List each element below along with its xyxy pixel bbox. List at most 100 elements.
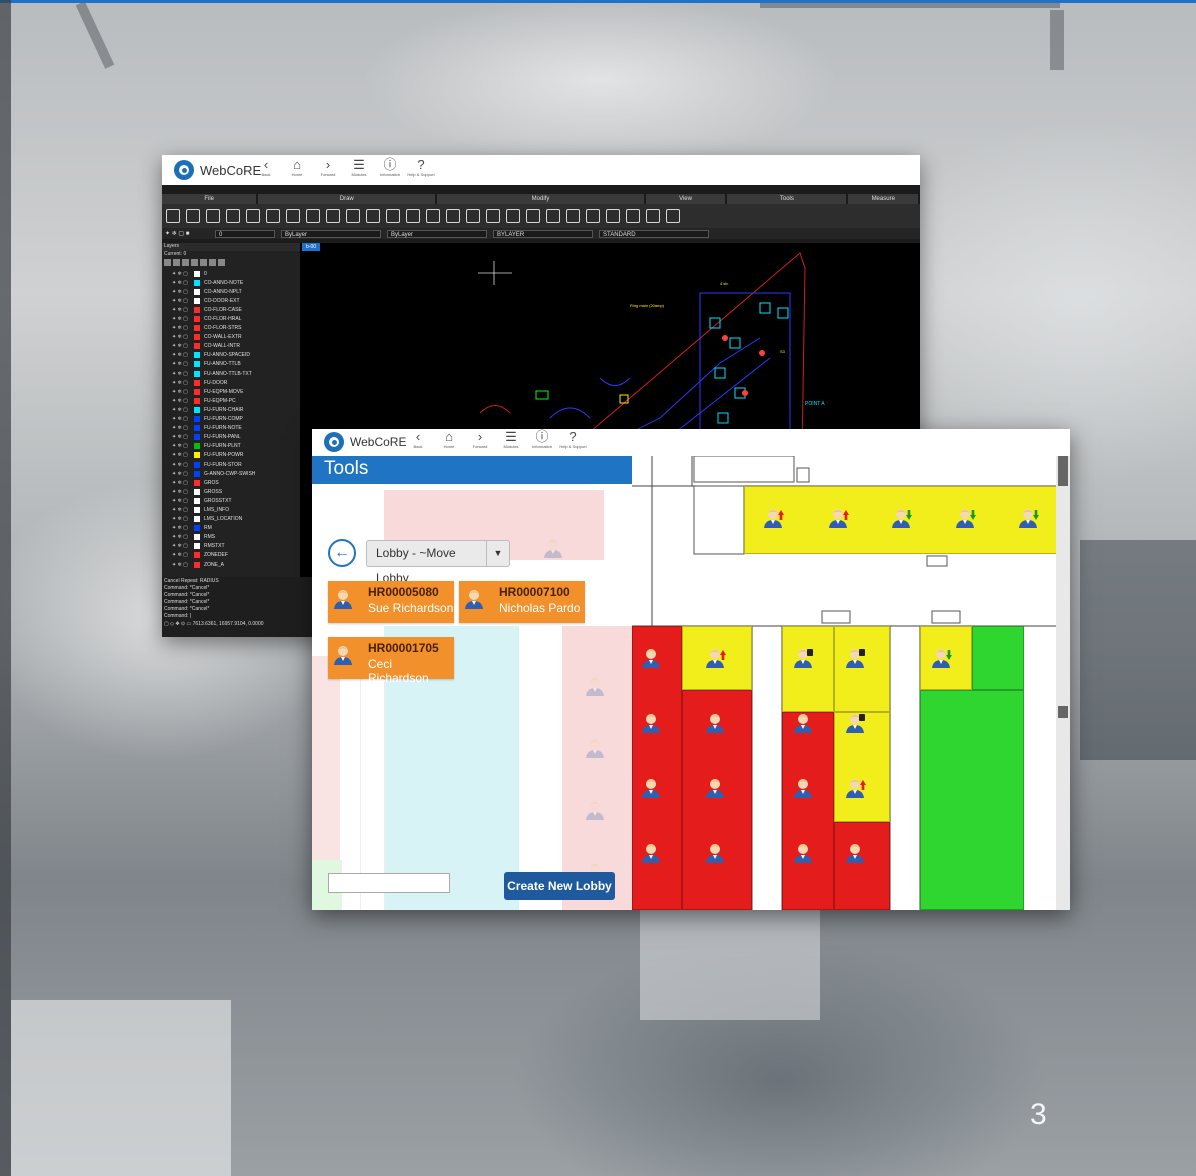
layer-state-icons[interactable]: ✦ ❄ ▢ [172,462,194,468]
back-arrow-button[interactable]: ← [328,539,356,567]
match-icon[interactable] [606,209,620,223]
arc-icon[interactable] [286,209,300,223]
layer-color-swatch[interactable] [194,279,200,286]
nav-home-button[interactable]: ⌂ Home [283,157,311,177]
nav-help-button[interactable]: ? Help & Support [407,157,435,177]
employee-card[interactable]: HR00007100 Nicholas Pardo [459,581,585,623]
layer-state-icons[interactable]: ✦ ❄ ▢ [172,443,194,449]
layer-select[interactable]: 0 [215,229,275,238]
open-icon[interactable] [166,209,180,223]
layer-color-swatch[interactable] [194,297,200,304]
fillet-icon[interactable] [506,209,520,223]
layer-row[interactable]: ✦ ❄ ▢ FU-FURN-NOTE [162,424,300,433]
nav-menu-button[interactable]: ☰ Modules [497,429,525,449]
layer-color-swatch[interactable] [194,461,200,468]
layer-color-swatch[interactable] [194,306,200,313]
layer-state-icons[interactable]: ✦ ❄ ▢ [172,489,194,495]
layer-state-icons[interactable]: ✦ ❄ ▢ [172,380,194,386]
layer-color-swatch[interactable] [194,425,200,432]
layer-row[interactable]: ✦ ❄ ▢ GROSSTXT [162,496,300,505]
layer-color-swatch[interactable] [194,470,200,477]
layer-state-icons[interactable]: ✦ ❄ ▢ [172,343,194,349]
properties-icon[interactable] [586,209,600,223]
layer-row[interactable]: ✦ ❄ ▢ FU-DOOR [162,378,300,387]
person-moving-out-icon[interactable] [844,776,866,798]
nav-chevron-right-button[interactable]: › Forward [466,429,494,449]
plan-scrollbar[interactable] [1056,456,1070,910]
layer-state-icons[interactable]: ✦ ❄ ▢ [172,298,194,304]
layer-state-icons[interactable]: ✦ ❄ ▢ [172,361,194,367]
layer-color-swatch[interactable] [194,379,200,386]
layer-state-icons[interactable]: ✦ ❄ ▢ [172,562,194,568]
person-moving-in-icon[interactable] [954,506,976,528]
nav-chevron-left-button[interactable]: ‹ Back [404,429,432,449]
freeze-icon[interactable] [191,259,198,266]
person-icon[interactable] [704,776,726,798]
layer-row[interactable]: ✦ ❄ ▢ RM [162,524,300,533]
layer-color-swatch[interactable] [194,270,200,277]
create-new-lobby-button[interactable]: Create New Lobby [504,872,615,900]
layer-state-icons[interactable]: ✦ ❄ ▢ [172,280,194,286]
textstyle-select[interactable]: STANDARD [599,229,709,238]
layer-state-icons[interactable]: ✦ ❄ ▢ [172,407,194,413]
webcore-logo[interactable]: WebCoRE [174,160,261,180]
layer-row[interactable]: ✦ ❄ ▢ CO-DOOR-EXT [162,296,300,305]
layer-state-icons[interactable]: ✦ ❄ ▢ [172,271,194,277]
lobby-name-input[interactable] [328,873,450,893]
employee-card[interactable]: HR00001705 Ceci Richardson [328,637,454,685]
layer-row[interactable]: ✦ ❄ ▢ FU-ANNO-SPACEID [162,351,300,360]
layer-settings-icon[interactable] [182,259,189,266]
layer-state-icons[interactable]: ✦ ❄ ▢ [172,498,194,504]
layer-color-swatch[interactable] [194,325,200,332]
layer-color-swatch[interactable] [194,343,200,350]
text-icon[interactable] [366,209,380,223]
layer-color-swatch[interactable] [194,316,200,323]
person-moving-in-icon[interactable] [1017,506,1039,528]
layer-color-swatch[interactable] [194,534,200,541]
person-icon[interactable] [792,646,814,668]
person-icon[interactable] [844,646,866,668]
layer-state-icons[interactable]: ✦ ❄ ▢ [172,434,194,440]
layer-row[interactable]: ✦ ❄ ▢ FU-EQPM-MOVE [162,387,300,396]
layer-state-icons[interactable]: ✦ ❄ ▢ [172,352,194,358]
layer-icon[interactable] [566,209,580,223]
layer-color-swatch[interactable] [194,497,200,504]
block-icon[interactable] [626,209,640,223]
layer-row[interactable]: ✦ ❄ ▢ RMS [162,533,300,542]
layer-color-swatch[interactable] [194,388,200,395]
layer-row[interactable]: ✦ ❄ ▢ ZONEDEF [162,551,300,560]
rotate-icon[interactable] [426,209,440,223]
layer-state-icons[interactable]: ✦ ❄ ▢ [172,471,194,477]
layer-color-swatch[interactable] [194,488,200,495]
layer-state-icons[interactable]: ✦ ❄ ▢ [172,371,194,377]
floor-plan-view[interactable] [632,456,1070,910]
scroll-thumb[interactable] [1058,456,1068,486]
layer-row[interactable]: ✦ ❄ ▢ FU-ANNO-TTLB-TXT [162,369,300,378]
layer-row[interactable]: ✦ ❄ ▢ RMSTXT [162,542,300,551]
lineweight-select[interactable]: BYLAYER [493,229,593,238]
layer-state-icons[interactable]: ✦ ❄ ▢ [172,525,194,531]
delete-layer-icon[interactable] [173,259,180,266]
layer-color-swatch[interactable] [194,525,200,532]
layer-color-swatch[interactable] [194,397,200,404]
layer-row[interactable]: ✦ ❄ ▢ FU-FURN-PANL [162,433,300,442]
person-icon[interactable] [640,776,662,798]
layer-color-swatch[interactable] [194,370,200,377]
seating-zone[interactable] [782,712,834,910]
layer-color-swatch[interactable] [194,416,200,423]
layer-color-swatch[interactable] [194,506,200,513]
offset-icon[interactable] [486,209,500,223]
lobby-select[interactable]: Lobby - ~Move Lobby ▼ [366,540,510,585]
layer-row[interactable]: ✦ ❄ ▢ FU-EQPM-PC [162,396,300,405]
color-select[interactable]: ByLayer [281,229,381,238]
layer-color-swatch[interactable] [194,561,200,568]
seating-zone[interactable] [920,690,1024,910]
layer-state-icons[interactable]: ✦ ❄ ▢ [172,334,194,340]
pan-icon[interactable] [546,209,560,223]
nav-menu-button[interactable]: ☰ Modules [345,157,373,177]
layer-row[interactable]: ✦ ❄ ▢ FU-ANNO-TTLB [162,360,300,369]
hatch-icon[interactable] [346,209,360,223]
seating-zone[interactable] [972,626,1024,690]
layer-row[interactable]: ✦ ❄ ▢ FU-FURN-POWR [162,451,300,460]
copy-icon[interactable] [406,209,420,223]
